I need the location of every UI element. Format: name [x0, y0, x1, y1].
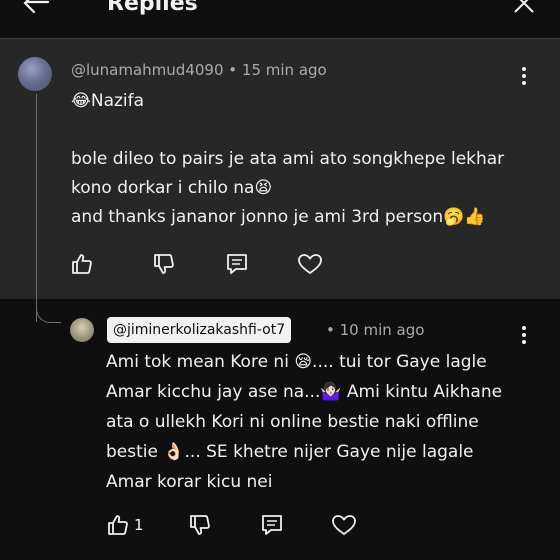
thumbs-down-icon[interactable]: [152, 252, 176, 276]
more-vert-icon[interactable]: [522, 67, 526, 88]
avatar[interactable]: [18, 57, 52, 91]
close-icon[interactable]: [513, 0, 535, 14]
comment-text-line: and thanks jananor jonno je ami 3rd pers…: [71, 207, 486, 227]
comment-text-line: bole dileo to pairs je ata ami ato songk…: [71, 149, 505, 169]
reply-text-line: Ami tok mean Kore ni 😪.... tui tor Gaye …: [106, 352, 487, 372]
comment-meta: @lunamahmud4090 • 15 min ago: [71, 61, 327, 79]
reply-icon[interactable]: [260, 513, 284, 537]
reply-icon[interactable]: [225, 252, 249, 276]
comment-text-line: 😂Nazifa: [71, 91, 145, 111]
page-title: Replies: [107, 0, 198, 16]
thread-line: [36, 94, 37, 322]
thread-connector: [36, 300, 61, 323]
comment-timestamp: 15 min ago: [241, 61, 327, 79]
thumbs-up-icon[interactable]: [70, 252, 94, 276]
replies-header: Replies: [0, 0, 560, 39]
like-count: 1: [134, 516, 144, 534]
reply-timestamp: 10 min ago: [339, 321, 425, 339]
comment-author-handle[interactable]: @lunamahmud4090: [71, 61, 224, 79]
more-vert-icon[interactable]: [522, 326, 526, 347]
comment-text-line: kono dorkar i chilo na😫: [71, 178, 273, 198]
avatar[interactable]: [70, 318, 94, 342]
back-arrow-icon[interactable]: [22, 0, 50, 14]
reply-text-line: Amar korar kicu nei: [106, 472, 273, 492]
reply-text-line: bestie 👌🏻... SE khetre nijer Gaye nije l…: [106, 442, 474, 462]
reply-text-line: ata o ullekh Kori ni online bestie naki …: [106, 412, 479, 432]
reply-meta: • 10 min ago: [326, 321, 424, 339]
heart-icon[interactable]: [297, 252, 323, 276]
reply-text-line: Amar kicchu jay ase na...🤷🏻‍♀️ Ami kintu…: [106, 382, 503, 402]
heart-icon[interactable]: [331, 513, 357, 537]
meta-separator: •: [228, 61, 238, 79]
thumbs-up-icon[interactable]: [106, 513, 130, 537]
thumbs-down-icon[interactable]: [188, 513, 212, 537]
reply-author-handle[interactable]: @jiminerkolizakashfi-ot7: [107, 317, 292, 343]
meta-separator: •: [326, 321, 335, 339]
